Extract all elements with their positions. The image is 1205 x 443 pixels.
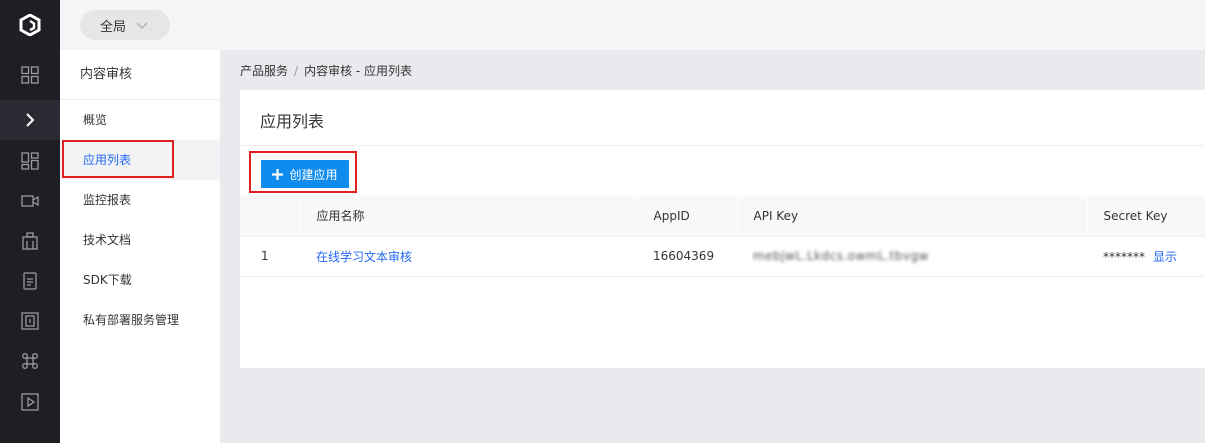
- icon-rail: [0, 0, 60, 443]
- secondary-sidebar: 内容审核 概览 应用列表 监控报表 技术文档 SDK下载 私有部署服务管理: [60, 50, 220, 443]
- create-app-button[interactable]: 创建应用: [261, 160, 349, 188]
- sidebar-item-overview[interactable]: 概览: [60, 100, 220, 140]
- breadcrumb-root[interactable]: 产品服务: [240, 64, 288, 78]
- chevron-right-icon[interactable]: [0, 100, 60, 140]
- document-icon[interactable]: [0, 261, 60, 301]
- highlight-box: 创建应用: [249, 151, 357, 193]
- column-header-index: [240, 196, 300, 237]
- breadcrumb: 产品服务 / 内容审核 - 应用列表: [240, 62, 412, 79]
- api-key-cell: mebjwL.Lkdcs.owmL.tbvgw: [737, 236, 1087, 277]
- app-list-card: 应用列表 创建应用 应用名称 AppID API Key Secret Key …: [240, 90, 1205, 368]
- sidebar-title: 内容审核: [60, 50, 220, 100]
- app-name-cell: 在线学习文本审核: [300, 236, 637, 277]
- table-header-row: 应用名称 AppID API Key Secret Key: [240, 196, 1205, 237]
- sidebar-item-label: 监控报表: [83, 193, 132, 207]
- create-app-label: 创建应用: [289, 167, 338, 182]
- column-header-appid: AppID: [636, 196, 737, 237]
- scope-dropdown[interactable]: 全局: [80, 10, 170, 40]
- grid-icon[interactable]: [0, 55, 60, 95]
- dashboard-icon[interactable]: [0, 141, 60, 181]
- sidebar-item-private-deploy[interactable]: 私有部署服务管理: [60, 300, 220, 340]
- sidebar-item-monitoring[interactable]: 监控报表: [60, 180, 220, 220]
- breadcrumb-current: 内容审核 - 应用列表: [304, 64, 413, 78]
- table-row: 1 在线学习文本审核 16604369 mebjwL.Lkdcs.owmL.tb…: [240, 236, 1205, 277]
- video-icon[interactable]: [0, 181, 60, 221]
- command-icon[interactable]: [0, 341, 60, 381]
- building-icon[interactable]: [0, 221, 60, 261]
- sidebar-item-app-list[interactable]: 应用列表: [60, 140, 220, 180]
- logo-icon[interactable]: [0, 0, 60, 50]
- column-header-secretkey: Secret Key: [1086, 196, 1205, 237]
- sidebar-item-sdk[interactable]: SDK下载: [60, 260, 220, 300]
- play-icon[interactable]: [0, 382, 60, 422]
- sidebar-item-label: 私有部署服务管理: [83, 313, 180, 327]
- app-table: 应用名称 AppID API Key Secret Key 1 在线学习文本审核…: [240, 196, 1205, 277]
- chevron-down-icon: [136, 22, 148, 30]
- column-header-name: 应用名称: [299, 196, 637, 237]
- top-bar: 全局: [60, 0, 1205, 50]
- secret-key-cell: ******* 显示: [1087, 236, 1205, 277]
- app-name-link[interactable]: 在线学习文本审核: [316, 250, 412, 264]
- page-title: 应用列表: [260, 112, 325, 131]
- breadcrumb-separator: /: [294, 64, 299, 78]
- face-scan-icon[interactable]: [0, 301, 60, 341]
- row-index: 1: [240, 236, 300, 277]
- scope-label: 全局: [100, 19, 127, 35]
- show-secret-link[interactable]: 显示: [1153, 250, 1177, 264]
- sidebar-item-docs[interactable]: 技术文档: [60, 220, 220, 260]
- secret-key-mask: *******: [1103, 249, 1145, 264]
- sidebar-item-label: 技术文档: [83, 233, 132, 247]
- divider: [240, 145, 1205, 146]
- column-header-apikey: API Key: [736, 196, 1087, 237]
- sidebar-item-label: 概览: [83, 113, 108, 127]
- highlight-box: [62, 140, 174, 178]
- plus-icon: [272, 168, 284, 180]
- api-key-value: mebjwL.Lkdcs.owmL.tbvgw: [753, 249, 929, 263]
- app-id-cell: 16604369: [637, 236, 737, 277]
- sidebar-item-label: SDK下载: [83, 273, 132, 287]
